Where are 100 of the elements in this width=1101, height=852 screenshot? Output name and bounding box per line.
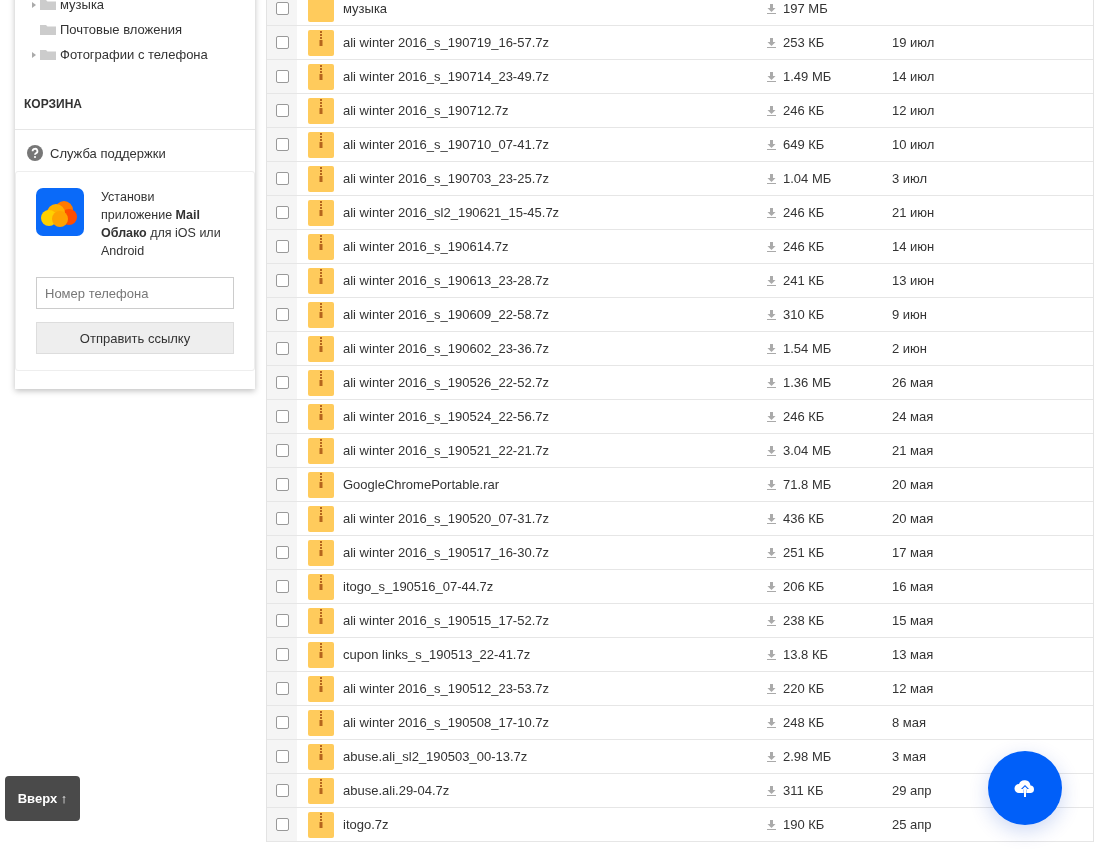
file-name[interactable]: ali winter 2016_s_190512_23-53.7z [343, 681, 743, 696]
folder-icon [40, 49, 56, 60]
file-name[interactable]: ali winter 2016_s_190719_16-57.7z [343, 35, 743, 50]
archive-icon [308, 471, 334, 498]
checkbox[interactable] [275, 818, 289, 831]
file-name[interactable]: ali winter 2016_s_190712.7z [343, 103, 743, 118]
checkbox[interactable] [275, 274, 289, 287]
download-icon[interactable] [767, 717, 776, 728]
checkbox[interactable] [275, 444, 289, 457]
download-icon[interactable] [767, 71, 776, 82]
checkbox[interactable] [275, 410, 289, 423]
file-name[interactable]: abuse.ali_sl2_190503_00-13.7z [343, 749, 743, 764]
file-size: 649 КБ [783, 137, 825, 152]
download-icon[interactable] [767, 3, 776, 14]
checkbox[interactable] [275, 716, 289, 729]
download-icon[interactable] [767, 241, 776, 252]
checkbox[interactable] [275, 172, 289, 185]
file-name[interactable]: ali winter 2016_s_190515_17-52.7z [343, 613, 743, 628]
download-icon[interactable] [767, 207, 776, 218]
download-icon[interactable] [767, 275, 776, 286]
download-icon[interactable] [767, 819, 776, 830]
file-name[interactable]: музыка [343, 1, 743, 16]
file-date: 25 апр [892, 817, 932, 832]
checkbox[interactable] [275, 478, 289, 491]
download-icon[interactable] [767, 411, 776, 422]
checkbox[interactable] [275, 36, 289, 49]
file-name[interactable]: cupon links_s_190513_22-41.7z [343, 647, 743, 662]
download-icon[interactable] [767, 683, 776, 694]
download-icon[interactable] [767, 547, 776, 558]
checkbox[interactable] [275, 750, 289, 763]
file-name[interactable]: ali winter 2016_sl2_190621_15-45.7z [343, 205, 743, 220]
download-icon[interactable] [767, 445, 776, 456]
checkbox[interactable] [275, 512, 289, 525]
download-icon[interactable] [767, 173, 776, 184]
trash-label[interactable]: КОРЗИНА [15, 67, 255, 129]
download-icon[interactable] [767, 581, 776, 592]
send-link-button[interactable]: Отправить ссылку [36, 322, 234, 354]
file-name[interactable]: ali winter 2016_s_190508_17-10.7z [343, 715, 743, 730]
file-name[interactable]: ali winter 2016_s_190714_23-49.7z [343, 69, 743, 84]
expand-arrow-icon[interactable] [32, 51, 36, 58]
download-icon[interactable] [767, 649, 776, 660]
checkbox[interactable] [275, 648, 289, 661]
file-size: 246 КБ [783, 409, 825, 424]
checkbox[interactable] [275, 70, 289, 83]
file-name[interactable]: ali winter 2016_s_190526_22-52.7z [343, 375, 743, 390]
file-name[interactable]: ali winter 2016_s_190521_22-21.7z [343, 443, 743, 458]
checkbox[interactable] [275, 2, 289, 15]
checkbox[interactable] [275, 206, 289, 219]
folder-item[interactable]: Почтовые вложения [60, 22, 183, 37]
file-name[interactable]: abuse.ali.29-04.7z [343, 783, 743, 798]
support-link[interactable]: Служба поддержки [50, 145, 166, 161]
download-icon[interactable] [767, 105, 776, 116]
file-size: 206 КБ [783, 579, 825, 594]
file-name[interactable]: ali winter 2016_s_190517_16-30.7z [343, 545, 743, 560]
checkbox[interactable] [275, 308, 289, 321]
folder-item[interactable]: музыка [60, 0, 105, 12]
download-icon[interactable] [767, 343, 776, 354]
archive-icon [308, 369, 334, 396]
checkbox[interactable] [275, 546, 289, 559]
file-name[interactable]: GoogleChromePortable.rar [343, 477, 743, 492]
checkbox[interactable] [275, 580, 289, 593]
checkbox[interactable] [275, 614, 289, 627]
download-icon[interactable] [767, 785, 776, 796]
checkbox[interactable] [275, 682, 289, 695]
file-date: 3 июл [892, 171, 928, 186]
file-size: 238 КБ [783, 613, 825, 628]
phone-input[interactable]: Номер телефона [36, 277, 234, 309]
folder-item[interactable]: Фотографии с телефона [60, 47, 208, 62]
file-name[interactable]: ali winter 2016_s_190710_07-41.7z [343, 137, 743, 152]
download-icon[interactable] [767, 377, 776, 388]
download-icon[interactable] [767, 37, 776, 48]
checkbox[interactable] [275, 104, 289, 117]
file-name[interactable]: ali winter 2016_s_190613_23-28.7z [343, 273, 743, 288]
scroll-top-button[interactable]: Вверх ↑ [5, 776, 80, 821]
checkbox[interactable] [275, 342, 289, 355]
file-name[interactable]: ali winter 2016_s_190609_22-58.7z [343, 307, 743, 322]
download-icon[interactable] [767, 513, 776, 524]
folder-icon [40, 0, 56, 10]
file-name[interactable]: ali winter 2016_s_190614.7z [343, 239, 743, 254]
checkbox[interactable] [275, 784, 289, 797]
file-name[interactable]: ali winter 2016_s_190602_23-36.7z [343, 341, 743, 356]
file-name[interactable]: itogo.7z [343, 817, 743, 832]
file-name[interactable]: itogo_s_190516_07-44.7z [343, 579, 743, 594]
upload-button[interactable] [988, 751, 1062, 825]
file-size: 311 КБ [783, 783, 824, 798]
file-name[interactable]: ali winter 2016_s_190524_22-56.7z [343, 409, 743, 424]
file-name[interactable]: ali winter 2016_s_190520_07-31.7z [343, 511, 743, 526]
checkbox[interactable] [275, 138, 289, 151]
download-icon[interactable] [767, 309, 776, 320]
file-name[interactable]: ali winter 2016_s_190703_23-25.7z [343, 171, 743, 186]
checkbox[interactable] [275, 240, 289, 253]
archive-icon [308, 267, 334, 294]
download-icon[interactable] [767, 615, 776, 626]
download-icon[interactable] [767, 479, 776, 490]
checkbox[interactable] [275, 376, 289, 389]
expand-arrow-icon[interactable] [32, 1, 36, 8]
archive-icon [308, 811, 334, 838]
archive-icon [308, 301, 334, 328]
download-icon[interactable] [767, 139, 776, 150]
download-icon[interactable] [767, 751, 776, 762]
